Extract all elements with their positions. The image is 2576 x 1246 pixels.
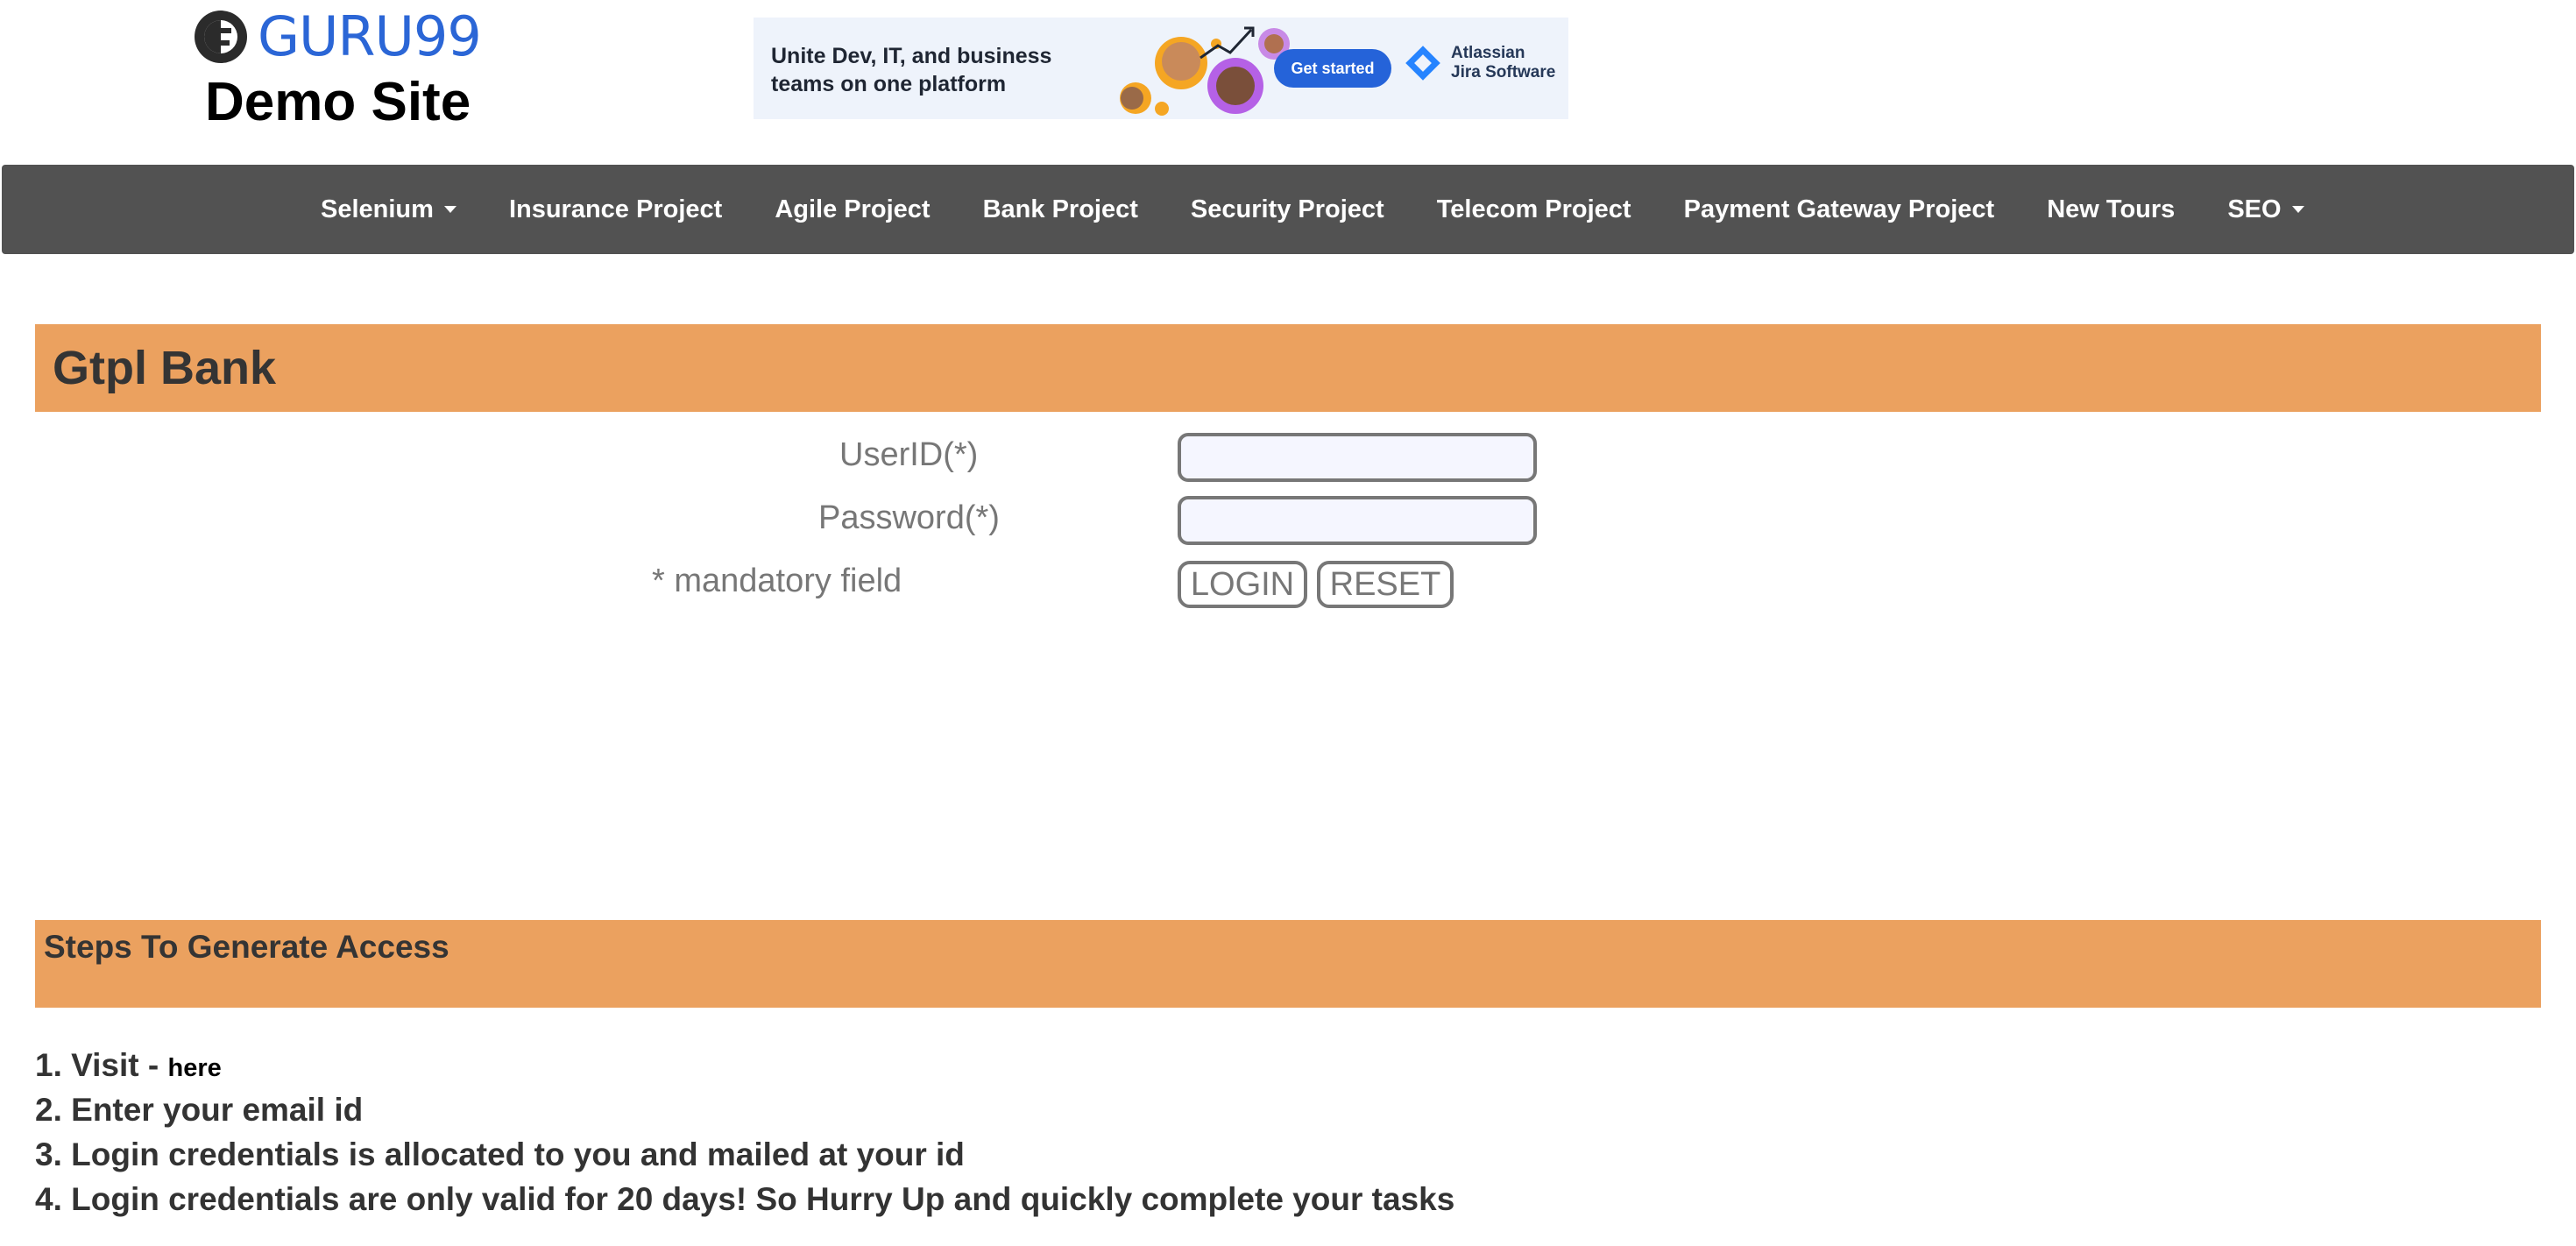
ad-headline: Unite Dev, IT, and business teams on one…: [771, 44, 1052, 96]
steps-title: Steps To Generate Access: [44, 929, 449, 965]
password-input[interactable]: [1178, 496, 1537, 545]
visit-here-link[interactable]: here: [168, 1054, 222, 1082]
reset-button[interactable]: RESET: [1317, 561, 1454, 608]
userid-label: UserID(*): [839, 436, 979, 473]
chevron-down-icon: [2291, 206, 2304, 213]
nav-bank-project[interactable]: Bank Project: [957, 195, 1164, 224]
ad-brand-text: Atlassian Jira Software: [1451, 44, 1556, 81]
nav-security-project[interactable]: Security Project: [1164, 195, 1411, 224]
logo-text: GURU99: [258, 4, 482, 68]
steps-list: 1. Visit - here 2. Enter your email id 3…: [35, 1043, 1454, 1221]
ad-get-started-button[interactable]: Get started: [1274, 49, 1391, 88]
list-item: 2. Enter your email id: [35, 1092, 364, 1128]
nav-payment-gateway-project[interactable]: Payment Gateway Project: [1658, 195, 2021, 224]
nav-selenium[interactable]: Selenium: [294, 195, 483, 224]
site-logo[interactable]: GURU99 Demo Site: [193, 5, 499, 137]
chevron-down-icon: [443, 206, 456, 213]
page-title: Gtpl Bank: [53, 342, 277, 394]
ad-brand: Atlassian Jira Software: [1404, 44, 1568, 82]
list-item: 1. Visit - here: [35, 1047, 222, 1083]
jira-diamond-icon: [1405, 46, 1440, 81]
mandatory-field-note: * mandatory field: [652, 563, 902, 599]
nav-seo[interactable]: SEO: [2201, 195, 2330, 224]
password-label: Password(*): [818, 499, 1000, 536]
nav-insurance-project[interactable]: Insurance Project: [483, 195, 748, 224]
list-item: 3. Login credentials is allocated to you…: [35, 1136, 965, 1172]
login-button[interactable]: LOGIN: [1178, 561, 1307, 608]
list-item: 4. Login credentials are only valid for …: [35, 1181, 1455, 1217]
page-title-bar: Gtpl Bank: [35, 324, 2541, 412]
nav-new-tours[interactable]: New Tours: [2020, 195, 2201, 224]
guru99-logo-icon: [195, 11, 247, 63]
userid-input[interactable]: [1178, 433, 1537, 482]
nav-telecom-project[interactable]: Telecom Project: [1411, 195, 1658, 224]
steps-title-bar: Steps To Generate Access: [35, 920, 2541, 1008]
nav-agile-project[interactable]: Agile Project: [748, 195, 956, 224]
site-title: Demo Site: [205, 72, 471, 132]
main-navbar: Selenium Insurance Project Agile Project…: [2, 165, 2574, 254]
ad-banner[interactable]: Unite Dev, IT, and business teams on one…: [754, 18, 1568, 119]
